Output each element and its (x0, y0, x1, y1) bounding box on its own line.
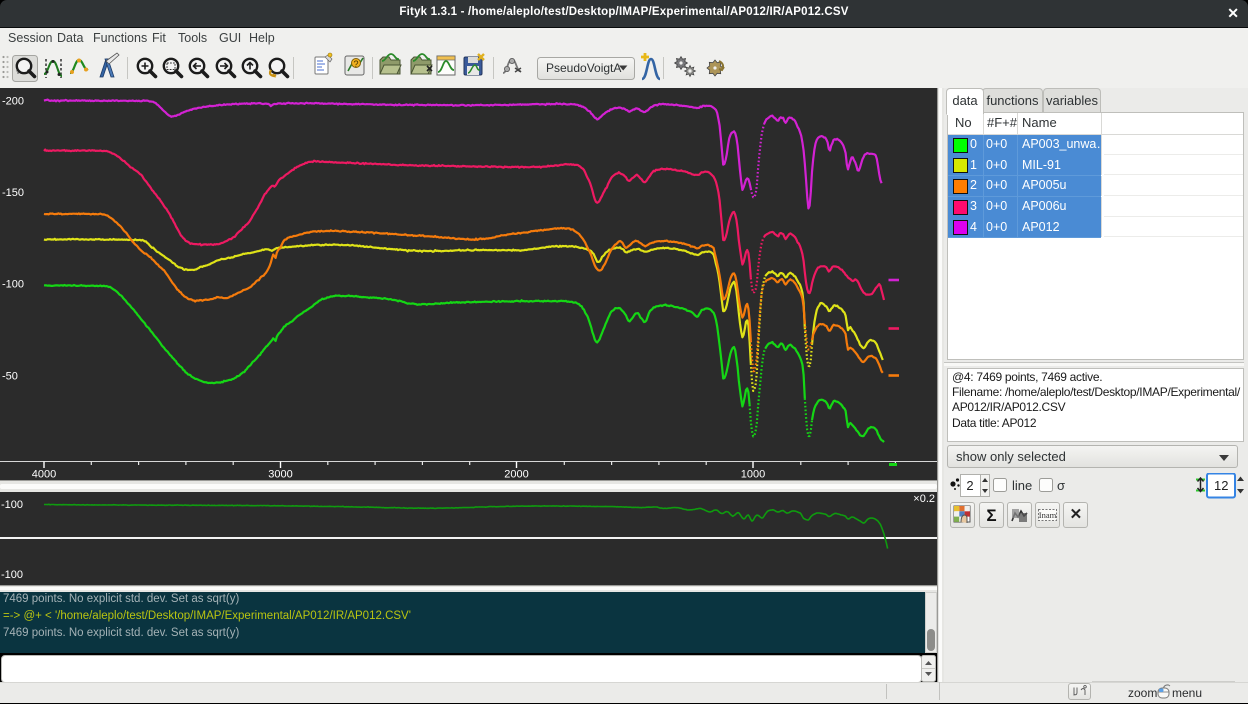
svg-text:12: 12 (1214, 478, 1228, 493)
svg-text:-200: -200 (2, 95, 24, 107)
svg-text:?: ? (353, 59, 358, 69)
svg-text:-150: -150 (2, 187, 24, 199)
svg-text:3000: 3000 (268, 469, 292, 481)
svg-text:1000: 1000 (741, 469, 765, 481)
svg-text:4000: 4000 (32, 469, 56, 481)
svg-text:-50: -50 (2, 370, 18, 382)
svg-text:-100: -100 (1, 499, 23, 511)
svg-text:2000: 2000 (504, 469, 528, 481)
svg-text:2: 2 (966, 478, 973, 493)
svg-text:-100: -100 (1, 569, 23, 581)
svg-text:line: line (1012, 478, 1032, 493)
svg-text:Inam: Inam (1039, 510, 1057, 520)
svg-text:PseudoVoigtA: PseudoVoigtA (546, 61, 621, 75)
svg-text:-100: -100 (2, 279, 24, 291)
svg-text:×0.2: ×0.2 (913, 493, 935, 505)
svg-text:σ: σ (1057, 478, 1065, 493)
